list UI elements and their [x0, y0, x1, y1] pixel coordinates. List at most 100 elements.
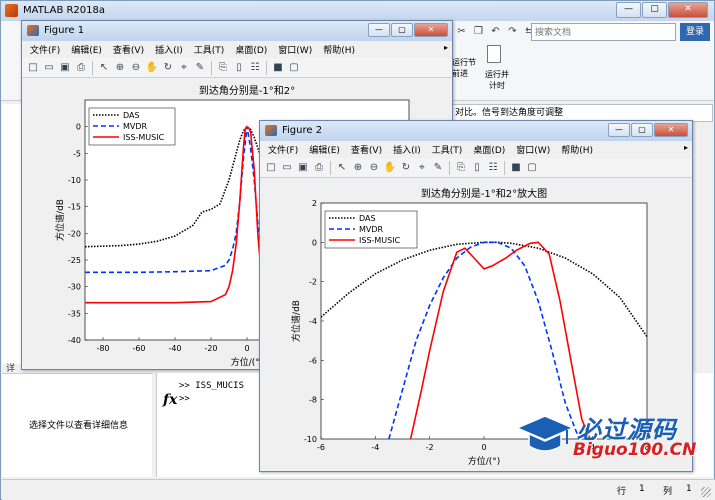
- zoom-in-icon[interactable]: ⊕: [351, 161, 365, 175]
- y-tick-label: -25: [68, 256, 81, 265]
- run-and-time-button[interactable]: 运行并 计时: [479, 69, 515, 91]
- new-figure-icon[interactable]: □: [264, 161, 278, 175]
- legend-entry: MVDR: [359, 225, 384, 234]
- legend-icon[interactable]: ☷: [248, 61, 262, 75]
- function-browser-icon[interactable]: fx: [163, 392, 177, 408]
- figure-2-toolbar: □ ▭ ▣ ⎙ ↖ ⊕ ⊖ ✋ ↻ ⌖ ✎ ⎘ ▯ ☷ ■ ▢: [260, 158, 692, 178]
- minimize-button[interactable]: —: [368, 23, 390, 37]
- legend-entry: MVDR: [123, 122, 148, 131]
- run-and-time-icon[interactable]: [487, 45, 501, 63]
- zoom-out-icon[interactable]: ⊖: [129, 61, 143, 75]
- brush-icon[interactable]: ✎: [193, 61, 207, 75]
- legend-icon[interactable]: ☷: [486, 161, 500, 175]
- menu-file[interactable]: 文件(F): [268, 143, 298, 156]
- x-axis-label: 方位/(°): [468, 455, 501, 467]
- command-prompt[interactable]: >>: [179, 394, 190, 404]
- link-plot-icon[interactable]: ⎘: [454, 161, 468, 175]
- y-tick-label: -10: [68, 176, 81, 185]
- x-tick-label: -80: [96, 344, 109, 353]
- menu-window[interactable]: 窗口(W): [278, 43, 312, 56]
- figure-2-title: Figure 2: [282, 125, 323, 136]
- chart-title: 到达角分别是-1°和2°放大图: [421, 187, 547, 200]
- watermark-en-text: Biguo100.CN: [573, 440, 697, 460]
- show-plot-tools-icon[interactable]: ▢: [287, 61, 301, 75]
- graduation-cap-logo-icon: [515, 415, 575, 452]
- main-title-bar: MATLAB R2018a — ▢ ✕: [1, 1, 714, 21]
- x-tick-label: -6: [317, 443, 325, 452]
- menu-view[interactable]: 查看(V): [351, 143, 382, 156]
- open-file-icon[interactable]: ▭: [280, 161, 294, 175]
- pointer-icon[interactable]: ↖: [97, 61, 111, 75]
- brush-icon[interactable]: ✎: [431, 161, 445, 175]
- minimize-button[interactable]: —: [616, 2, 641, 18]
- maximize-button[interactable]: ▢: [391, 23, 413, 37]
- save-icon[interactable]: ▣: [58, 61, 72, 75]
- chart-title: 到达角分别是-1°和2°: [199, 85, 295, 97]
- undo-icon[interactable]: ↶: [488, 24, 503, 39]
- main-window-title: MATLAB R2018a: [23, 5, 106, 16]
- link-plot-icon[interactable]: ⎘: [216, 61, 230, 75]
- hide-plot-tools-icon[interactable]: ■: [271, 61, 285, 75]
- close-button[interactable]: ✕: [414, 23, 448, 37]
- close-button[interactable]: ✕: [654, 123, 688, 137]
- rotate-icon[interactable]: ↻: [399, 161, 413, 175]
- zoom-in-icon[interactable]: ⊕: [113, 61, 127, 75]
- menu-help[interactable]: 帮助(H): [323, 43, 355, 56]
- print-icon[interactable]: ⎙: [312, 161, 326, 175]
- cut-icon[interactable]: ✂: [454, 24, 469, 39]
- y-tick-label: -10: [304, 435, 317, 444]
- resize-grip-icon[interactable]: [701, 487, 711, 497]
- maximize-button[interactable]: ▢: [631, 123, 653, 137]
- figure-1-toolbar: □ ▭ ▣ ⎙ ↖ ⊕ ⊖ ✋ ↻ ⌖ ✎ ⎘ ▯ ☷ ■ ▢: [22, 58, 452, 78]
- status-col-label: 列: [663, 487, 673, 497]
- search-documentation-input[interactable]: [531, 23, 676, 41]
- hide-plot-tools-icon[interactable]: ■: [509, 161, 523, 175]
- status-row-value: 1: [639, 484, 645, 494]
- details-placeholder-text: 选择文件以查看详细信息: [29, 421, 129, 431]
- y-tick-label: -5: [73, 149, 81, 158]
- menu-overflow-icon[interactable]: ▸: [444, 43, 448, 52]
- menu-desktop[interactable]: 桌面(D): [235, 43, 267, 56]
- new-figure-icon[interactable]: □: [26, 61, 40, 75]
- menu-desktop[interactable]: 桌面(D): [473, 143, 505, 156]
- menu-overflow-icon[interactable]: ▸: [684, 143, 688, 152]
- close-button[interactable]: ✕: [668, 2, 708, 18]
- legend: DAS MVDR ISS-MUSIC: [88, 107, 176, 146]
- save-icon[interactable]: ▣: [296, 161, 310, 175]
- menu-edit[interactable]: 编辑(E): [309, 143, 340, 156]
- minimize-button[interactable]: —: [608, 123, 630, 137]
- x-tick-label: -20: [204, 344, 217, 353]
- y-tick-label: 2: [312, 199, 317, 208]
- figure-2-window-controls: — ▢ ✕: [607, 123, 688, 137]
- pan-icon[interactable]: ✋: [145, 61, 159, 75]
- rotate-icon[interactable]: ↻: [161, 61, 175, 75]
- figure-1-window-controls: — ▢ ✕: [367, 23, 448, 37]
- open-file-icon[interactable]: ▭: [42, 61, 56, 75]
- redo-icon[interactable]: ↷: [505, 24, 520, 39]
- ribbon-run-section[interactable]: 运行节 前进: [452, 57, 476, 79]
- x-tick-label: -60: [132, 344, 145, 353]
- copy-icon[interactable]: ❐: [471, 24, 486, 39]
- menu-file[interactable]: 文件(F): [30, 43, 60, 56]
- y-axis-label: 方位谱/dB: [290, 300, 302, 342]
- menu-view[interactable]: 查看(V): [113, 43, 144, 56]
- data-cursor-icon[interactable]: ⌖: [177, 61, 191, 75]
- login-button[interactable]: 登录: [680, 23, 710, 41]
- menu-tools[interactable]: 工具(T): [194, 43, 225, 56]
- colorbar-icon[interactable]: ▯: [470, 161, 484, 175]
- y-tick-label: -15: [68, 203, 81, 212]
- menu-insert[interactable]: 插入(I): [155, 43, 183, 56]
- data-cursor-icon[interactable]: ⌖: [415, 161, 429, 175]
- menu-insert[interactable]: 插入(I): [393, 143, 421, 156]
- menu-tools[interactable]: 工具(T): [432, 143, 463, 156]
- show-plot-tools-icon[interactable]: ▢: [525, 161, 539, 175]
- menu-edit[interactable]: 编辑(E): [71, 43, 102, 56]
- zoom-out-icon[interactable]: ⊖: [367, 161, 381, 175]
- colorbar-icon[interactable]: ▯: [232, 61, 246, 75]
- menu-window[interactable]: 窗口(W): [516, 143, 550, 156]
- maximize-button[interactable]: ▢: [642, 2, 667, 18]
- pointer-icon[interactable]: ↖: [335, 161, 349, 175]
- pan-icon[interactable]: ✋: [383, 161, 397, 175]
- menu-help[interactable]: 帮助(H): [561, 143, 593, 156]
- print-icon[interactable]: ⎙: [74, 61, 88, 75]
